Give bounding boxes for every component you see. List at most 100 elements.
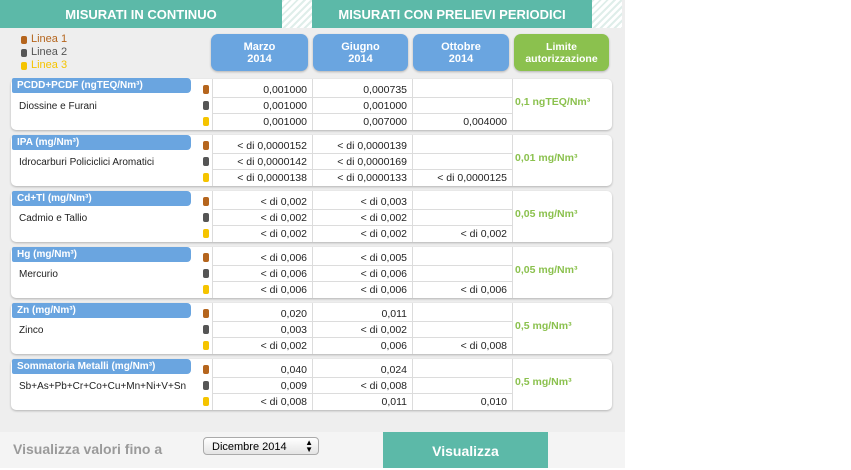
column-divider xyxy=(512,79,513,130)
value-cell: < di 0,006 xyxy=(260,252,307,264)
limit-value: 0,05 mg/Nm³ xyxy=(515,208,578,220)
pollutant-name: Cadmio e Tallio xyxy=(19,213,88,224)
value-cell: < di 0,003 xyxy=(360,196,407,208)
limit-value: 0,5 mg/Nm³ xyxy=(515,320,572,332)
line-1-indicator xyxy=(203,309,209,318)
value-cell: < di 0,002 xyxy=(460,228,507,240)
column-header-ottobre-2014: Ottobre 2014 xyxy=(413,34,509,71)
legend-item-line-3: Linea 3 xyxy=(21,59,67,72)
limit-value: 0,01 mg/Nm³ xyxy=(515,152,578,164)
value-cell: 0,040 xyxy=(280,364,307,376)
column-header-line1: Marzo xyxy=(243,40,276,53)
line-2-indicator xyxy=(203,381,209,390)
value-cell: < di 0,0000152 xyxy=(237,140,307,152)
value-cell: < di 0,008 xyxy=(360,380,407,392)
line-2-indicator xyxy=(203,325,209,334)
column-divider xyxy=(512,191,513,242)
limit-value: 0,1 ngTEQ/Nm³ xyxy=(515,96,591,108)
column-divider xyxy=(512,135,513,186)
value-cell xyxy=(412,322,510,338)
value-cell: < di 0,002 xyxy=(260,196,307,208)
value-cell: < di 0,0000142 xyxy=(237,156,307,168)
line-2-indicator xyxy=(203,269,209,278)
legend-label: Linea 3 xyxy=(31,59,68,71)
value-cell: < di 0,0000138 xyxy=(237,172,307,184)
column-header-line2: 2014 xyxy=(247,52,272,65)
line-3-indicator xyxy=(203,229,209,238)
month-select[interactable]: Dicembre 2014 ▲ ▼ xyxy=(203,437,319,455)
value-cell: < di 0,005 xyxy=(360,252,407,264)
pollutant-title: Sommatoria Metalli (mg/Nm³) xyxy=(12,359,191,374)
line-2-indicator xyxy=(203,101,209,110)
value-cell xyxy=(412,362,510,378)
column-divider xyxy=(512,247,513,298)
value-cell: < di 0,006 xyxy=(360,284,407,296)
tab-misurati-in-continuo[interactable]: MISURATI IN CONTINUO xyxy=(0,0,282,28)
value-cell: 0,001000 xyxy=(263,84,307,96)
value-cell: < di 0,0000125 xyxy=(437,172,507,184)
visualizza-button[interactable]: Visualizza xyxy=(383,432,548,468)
line-1-indicator xyxy=(203,365,209,374)
value-cell: < di 0,006 xyxy=(460,284,507,296)
value-cell: 0,011 xyxy=(381,396,408,408)
legend-label: Linea 2 xyxy=(31,46,68,58)
value-cell: < di 0,0000133 xyxy=(337,172,407,184)
line-2-indicator xyxy=(203,213,209,222)
legend-item-line-1: Linea 1 xyxy=(21,33,67,46)
value-cell: < di 0,002 xyxy=(360,324,407,336)
value-cell: < di 0,008 xyxy=(460,340,507,352)
line-3-swatch xyxy=(21,61,27,70)
pollutant-title: PCDD+PCDF (ngTEQ/Nm³) xyxy=(12,78,191,93)
column-header-line1: Limite xyxy=(546,40,577,53)
legend-item-line-2: Linea 2 xyxy=(21,46,67,59)
line-1-indicator xyxy=(203,141,209,150)
limit-value: 0,5 mg/Nm³ xyxy=(515,376,572,388)
value-cell xyxy=(412,210,510,226)
pollutant-name: Zinco xyxy=(19,325,44,336)
value-cell xyxy=(412,378,510,394)
value-cell xyxy=(412,138,510,154)
value-cell: < di 0,0000169 xyxy=(337,156,407,168)
value-cell: < di 0,002 xyxy=(260,228,307,240)
visualizza-label: Visualizza valori fino a xyxy=(13,441,163,457)
pollutant-name: Sb+As+Pb+Cr+Co+Cu+Mn+Ni+V+Sn xyxy=(19,381,187,392)
line-1-indicator xyxy=(203,197,209,206)
line-3-indicator xyxy=(203,341,209,350)
line-3-indicator xyxy=(203,397,209,406)
value-cell: < di 0,002 xyxy=(260,340,307,352)
pollutant-title: IPA (mg/Nm³) xyxy=(12,135,191,150)
pollutant-title: Hg (mg/Nm³) xyxy=(12,247,191,262)
value-cell: 0,020 xyxy=(280,308,307,320)
value-cell: < di 0,002 xyxy=(260,212,307,224)
value-cell: 0,011 xyxy=(381,308,408,320)
tab-prelievi-periodici[interactable]: MISURATI CON PRELIEVI PERIODICI xyxy=(312,0,592,28)
column-header-giugno-2014: Giugno 2014 xyxy=(313,34,408,71)
pollutant-title: Zn (mg/Nm³) xyxy=(12,303,191,318)
pollutant-name: Diossine e Furani xyxy=(19,101,97,112)
value-cell: < di 0,006 xyxy=(360,268,407,280)
column-divider xyxy=(512,303,513,354)
value-cell: 0,007000 xyxy=(363,116,407,128)
value-cell xyxy=(412,250,510,266)
column-header-line2: 2014 xyxy=(448,52,474,65)
value-cell xyxy=(412,306,510,322)
column-header-line1: Giugno xyxy=(341,40,380,53)
value-cell xyxy=(412,194,510,210)
value-cell: 0,024 xyxy=(380,364,407,376)
value-cell xyxy=(412,82,510,98)
column-divider xyxy=(512,359,513,410)
value-cell: 0,010 xyxy=(480,396,507,408)
column-header-limite-autorizzazione: Limite autorizzazione xyxy=(514,34,609,71)
value-cell: < di 0,002 xyxy=(360,228,407,240)
value-cell: 0,003 xyxy=(280,324,307,336)
pollutant-name: Idrocarburi Policiclici Aromatici xyxy=(19,157,155,168)
value-cell: < di 0,006 xyxy=(260,268,307,280)
value-cell: 0,006 xyxy=(380,340,407,352)
line-1-indicator xyxy=(203,253,209,262)
column-header-line1: Ottobre xyxy=(441,40,481,53)
column-header-line2: autorizzazione xyxy=(525,52,598,65)
line-1-indicator xyxy=(203,85,209,94)
tab-stripe-decoration xyxy=(282,0,312,28)
line-1-swatch xyxy=(21,35,27,44)
value-cell: < di 0,0000139 xyxy=(337,140,407,152)
